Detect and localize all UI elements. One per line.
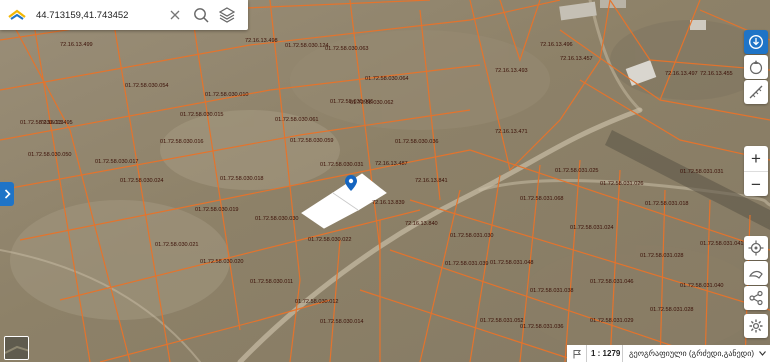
parcel-label: 01.72.58.031.036: [520, 324, 564, 330]
parcel-label: 01.72.58.031.040: [680, 283, 724, 289]
parcel-label: 01.72.58.030.017: [95, 159, 139, 165]
parcel-label: 72.16.13.496: [540, 42, 573, 48]
parcel-label: 01.72.58.030.011: [250, 279, 293, 285]
share-button[interactable]: [744, 286, 768, 310]
parcel-label: 72.16.13.841: [415, 178, 448, 184]
parcel-label: 01.72.58.030.050: [28, 152, 72, 158]
flag-icon[interactable]: [567, 345, 587, 362]
parcel-label: 01.72.58.030.064: [365, 76, 409, 82]
chevron-down-icon: [759, 351, 766, 356]
parcel-label: 01.72.58.030.015: [180, 112, 224, 118]
parcel-label: 01.72.58.030.020: [200, 259, 244, 265]
parcel-label: 01.72.58.030.031: [320, 162, 364, 168]
parcel-label: 01.72.58.031.028: [650, 307, 694, 313]
parcel-label: 72.16.13.498: [245, 38, 278, 44]
expand-sidebar-button[interactable]: [0, 182, 14, 206]
search-icon: [194, 8, 209, 23]
parcel-label: 01.72.58.031.041: [700, 241, 744, 247]
parcel-label: 01.72.58.031.068: [520, 196, 564, 202]
parcel-label: 01.72.58.031.052: [480, 318, 524, 324]
compass-button[interactable]: [744, 55, 768, 79]
clear-search-button[interactable]: [162, 0, 188, 30]
parcel-label: 72.16.13.493: [495, 68, 528, 74]
chevron-right-icon: [4, 189, 11, 199]
parcel-label: 72.16.13.457: [560, 56, 593, 62]
coordinate-system-select[interactable]: გეოგრაფიული (გრძედი,განედი): [623, 345, 770, 362]
parcel-label: 01.72.58.030.012: [295, 299, 339, 305]
parcel-label: 72.16.13.497: [665, 71, 698, 77]
draw-icon: [748, 270, 763, 279]
zoom-control: + −: [744, 146, 768, 196]
scale-readout: 1 : 1279: [587, 345, 623, 362]
search-panel: [0, 0, 248, 30]
parcel-label: 01.72.58.031.030: [450, 233, 494, 239]
parcel-label: 01.72.58.030.018: [220, 176, 264, 182]
parcel-label: 01.72.58.030.036: [395, 139, 439, 145]
parcel-label: 01.72.58.030.062: [350, 100, 394, 106]
parcel-label: 01.72.58.030.030: [255, 216, 299, 222]
compass-icon: [749, 60, 763, 75]
parcel-label: 72.16.13.839: [372, 200, 405, 206]
search-button[interactable]: [188, 0, 214, 30]
parcel-label: 01.72.58.031.025: [555, 168, 599, 174]
parcel-label: 01.72.58.031.048: [490, 260, 534, 266]
gear-icon: [749, 319, 763, 333]
parcel-label: 01.72.58.030.054: [125, 83, 169, 89]
parcel-label: 01.72.58.030.024: [120, 178, 164, 184]
layers-icon: [219, 7, 235, 23]
parcel-label: 01.72.58.030.010: [205, 92, 249, 98]
parcel-label: 01.72.58.030.019: [195, 207, 239, 213]
zoom-in-button[interactable]: +: [744, 146, 768, 171]
info-icon: [748, 34, 764, 50]
parcel-label: 72.16.13.471: [495, 129, 528, 135]
share-icon: [749, 290, 763, 306]
zoom-out-button[interactable]: −: [744, 171, 768, 196]
parcel-label: 72.16.13.455: [700, 71, 733, 77]
parcel-label: 01.72.58.030.061: [275, 117, 319, 123]
draw-button[interactable]: [744, 261, 768, 285]
parcel-label: 01.72.58.031.026: [600, 181, 644, 187]
parcel-label: 01.72.58.031.018: [645, 201, 689, 207]
parcel-label: 01.72.58.030.022: [308, 237, 352, 243]
map-canvas[interactable]: 72.16.13.499 01.72.58.030.124 72.16.13.498…: [0, 0, 770, 362]
measure-button[interactable]: [744, 80, 768, 104]
parcel-label: 01.72.58.030.014: [320, 319, 364, 325]
parcel-label: 72.16.13.840: [405, 221, 438, 227]
parcel-label: 72.16.13.487: [375, 161, 408, 167]
parcel-label: 01.72.58.031.029: [590, 318, 634, 324]
parcel-label: 01.72.58.031.031: [680, 169, 724, 175]
parcel-label: 01.72.58.030.124: [285, 43, 329, 49]
parcel-label: 01.72.58.031.046: [590, 279, 634, 285]
measure-icon: [749, 85, 763, 99]
agency-logo-icon: [0, 0, 34, 30]
settings-button[interactable]: [744, 314, 768, 338]
parcel-label: 01.72.58.031.024: [570, 225, 614, 231]
search-input[interactable]: [34, 4, 162, 26]
parcel-label: 01.72.58.031.039: [445, 261, 489, 267]
locate-button[interactable]: [744, 236, 768, 260]
layers-button[interactable]: [214, 0, 240, 30]
parcel-label: 01.72.58.030.016: [160, 139, 204, 145]
status-bar: 1 : 1279 გეოგრაფიული (გრძედი,განედი): [567, 345, 770, 362]
parcel-label: 72.16.13.499: [60, 42, 93, 48]
parcel-label: 01.72.58.031.028: [640, 253, 684, 259]
coordinate-system-label: გეოგრაფიული (გრძედი,განედი): [629, 349, 755, 358]
parcel-label: 01.72.58.030.021: [155, 242, 199, 248]
close-icon: [170, 10, 180, 20]
crosshair-icon: [748, 240, 764, 256]
parcel-label: 01.72.58.030.063: [325, 46, 369, 52]
basemap-switcher[interactable]: [4, 336, 29, 360]
info-button[interactable]: [744, 30, 768, 54]
parcel-label: 01.72.58.030.013: [20, 120, 64, 126]
parcel-label: 01.72.58.031.038: [530, 288, 574, 294]
parcel-label: 01.72.58.030.059: [290, 138, 334, 144]
